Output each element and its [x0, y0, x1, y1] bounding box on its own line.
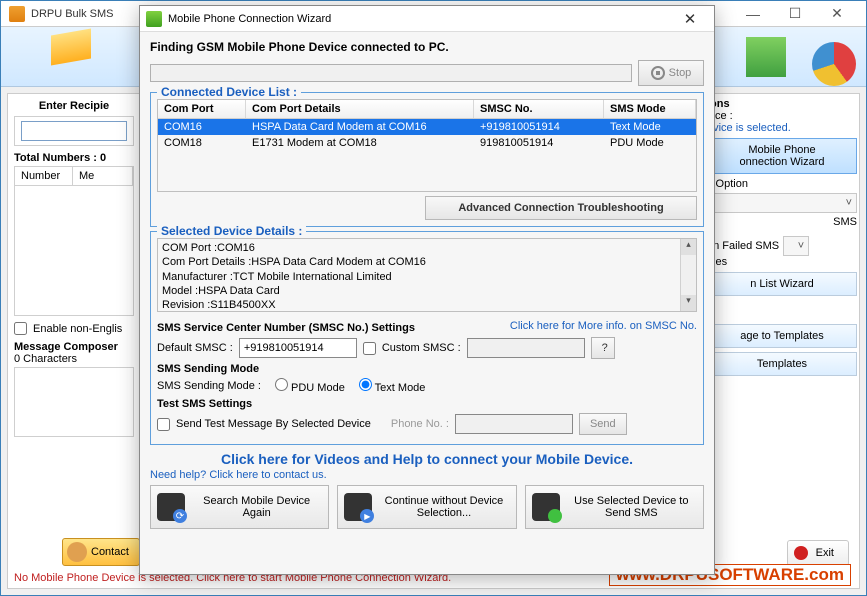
right-panel: ions vice : evice is selected. Mobile Ph…	[707, 94, 857, 380]
dialog-titlebar: Mobile Phone Connection Wizard ✕	[140, 6, 714, 32]
col-details: Com Port Details	[246, 100, 474, 118]
continue-without-button[interactable]: Continue without Device Selection...	[337, 485, 516, 529]
message-textarea[interactable]	[14, 367, 134, 437]
phone-input	[455, 414, 573, 434]
device-row[interactable]: COM16HSPA Data Card Modem at COM16+91981…	[158, 119, 696, 135]
col-smsc: SMSC No.	[474, 100, 604, 118]
list-wizard-button[interactable]: n List Wizard	[707, 272, 857, 296]
enable-non-english-label: Enable non-Englis	[33, 323, 122, 335]
main-window: DRPU Bulk SMS — ☐ ✕ Enter Recipie Total …	[0, 0, 867, 596]
col-message: Me	[73, 167, 133, 185]
device-table[interactable]: Com Port Com Port Details SMSC No. SMS M…	[157, 99, 697, 192]
contact-button[interactable]: Contact	[62, 538, 140, 566]
connected-device-heading: Connected Device List :	[157, 85, 301, 99]
phone-search-icon	[157, 493, 185, 521]
smsc-heading: SMS Service Center Number (SMSC No.) Set…	[157, 322, 415, 334]
no-device-link[interactable]: evice is selected.	[707, 122, 857, 134]
exit-button[interactable]: Exit	[787, 540, 849, 566]
col-number: Number	[15, 167, 73, 185]
connection-wizard-button[interactable]: Mobile Phone onnection Wizard	[707, 138, 857, 174]
recipient-input[interactable]	[21, 121, 127, 141]
send-test-label: Send Test Message By Selected Device	[176, 418, 371, 430]
phone-label: Phone No. :	[391, 418, 449, 430]
save-templates-button[interactable]: age to Templates	[707, 324, 857, 348]
device-row[interactable]: COM18E1731 Modem at COM18919810051914PDU…	[158, 135, 696, 151]
smsc-help-button[interactable]: ?	[591, 337, 615, 359]
numbers-table[interactable]: NumberMe	[14, 166, 134, 316]
custom-smsc-input	[467, 338, 585, 358]
default-smsc-label: Default SMSC :	[157, 342, 233, 354]
sending-mode-label: SMS Sending Mode :	[157, 380, 261, 392]
dialog-title: Mobile Phone Connection Wizard	[168, 13, 672, 25]
phone-check-icon	[532, 493, 560, 521]
options-heading: ions	[707, 98, 857, 110]
delay-select[interactable]: ˅	[707, 193, 857, 213]
smsc-more-link[interactable]: Click here for More info. on SMSC No.	[510, 320, 697, 332]
advanced-troubleshooting-button[interactable]: Advanced Connection Troubleshooting	[425, 196, 697, 220]
detail-line: Com Port Details :HSPA Data Card Modem a…	[162, 255, 692, 269]
stop-button[interactable]: Stop	[638, 60, 704, 86]
app-icon	[9, 6, 25, 22]
custom-smsc-label: Custom SMSC :	[382, 342, 461, 354]
detail-line: Manufacturer :TCT Mobile International L…	[162, 270, 692, 284]
enable-non-english-checkbox[interactable]	[14, 322, 27, 335]
detail-line: COM Port :COM16	[162, 241, 692, 255]
text-mode-radio[interactable]: Text Mode	[359, 378, 426, 394]
device-label: vice :	[707, 110, 857, 122]
sending-mode-heading: SMS Sending Mode	[157, 363, 697, 375]
selected-device-group: Selected Device Details : COM Port :COM1…	[150, 231, 704, 445]
detail-line: Revision :S11B4500XX	[162, 298, 692, 312]
device-details-box[interactable]: COM Port :COM16Com Port Details :HSPA Da…	[157, 238, 697, 312]
banner-chart-icon	[746, 32, 856, 82]
pdu-mode-radio[interactable]: PDU Mode	[275, 378, 345, 394]
sms-label: SMS	[707, 216, 857, 228]
banner-envelope-icon	[11, 32, 111, 82]
connection-wizard-dialog: Mobile Phone Connection Wizard ✕ Finding…	[139, 5, 715, 575]
selected-device-heading: Selected Device Details :	[157, 224, 306, 238]
need-help-link[interactable]: Need help? Click here to contact us.	[150, 469, 704, 481]
composer-heading: Message Composer	[14, 341, 134, 353]
stop-icon	[651, 66, 665, 80]
failed-select[interactable]: ˅	[783, 236, 809, 256]
custom-smsc-checkbox[interactable]	[363, 342, 376, 355]
finding-label: Finding GSM Mobile Phone Device connecte…	[150, 40, 704, 54]
videos-help-link[interactable]: Click here for Videos and Help to connec…	[150, 451, 704, 467]
total-numbers-label: Total Numbers : 0	[14, 152, 134, 164]
detail-line: Model :HSPA Data Card	[162, 284, 692, 298]
close-button[interactable]: ✕	[816, 2, 858, 26]
default-smsc-input[interactable]	[239, 338, 357, 358]
recipient-label: Enter Recipie	[14, 98, 134, 114]
connected-device-group: Connected Device List : Com Port Com Por…	[150, 92, 704, 227]
rules-label: ules	[707, 256, 857, 268]
send-test-checkbox[interactable]	[157, 418, 170, 431]
send-test-button[interactable]: Send	[579, 413, 627, 435]
phone-continue-icon	[344, 493, 372, 521]
col-comport: Com Port	[158, 100, 246, 118]
minimize-button[interactable]: —	[732, 2, 774, 26]
delay-label: y Option	[707, 178, 857, 190]
use-selected-button[interactable]: Use Selected Device to Send SMS	[525, 485, 704, 529]
templates-button[interactable]: Templates	[707, 352, 857, 376]
test-sms-heading: Test SMS Settings	[157, 398, 697, 410]
progress-bar	[150, 64, 632, 82]
wizard-icon	[146, 11, 162, 27]
col-mode: SMS Mode	[604, 100, 696, 118]
failed-label: on Failed SMS	[707, 240, 779, 252]
dialog-close-button[interactable]: ✕	[672, 10, 708, 28]
char-count: 0 Characters	[14, 353, 134, 365]
details-scrollbar[interactable]: ▴▾	[680, 239, 696, 311]
search-again-button[interactable]: Search Mobile Device Again	[150, 485, 329, 529]
maximize-button[interactable]: ☐	[774, 2, 816, 26]
